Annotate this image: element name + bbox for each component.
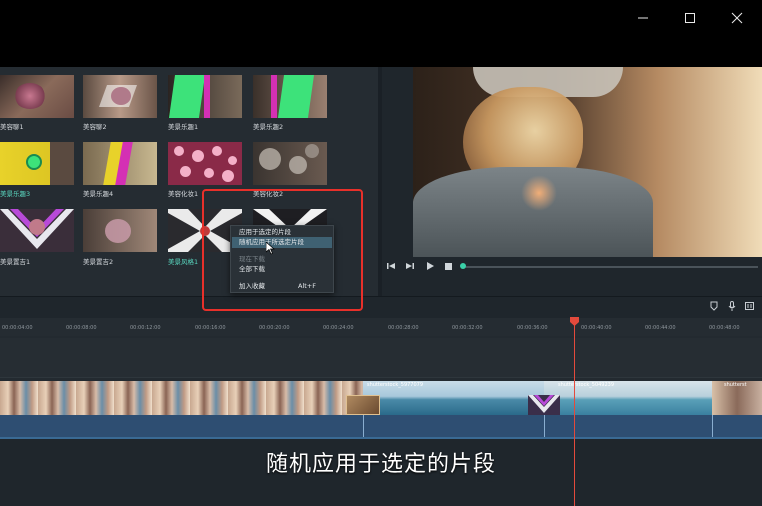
transition-marker-2[interactable] xyxy=(528,395,560,415)
highlight-callout-box xyxy=(202,189,363,311)
effect-thumb-landscape-fun-4[interactable] xyxy=(83,142,157,185)
skip-back-icon xyxy=(387,263,395,269)
effect-label: 美景乐趣2 xyxy=(253,123,284,131)
effect-label: 美景风格1 xyxy=(168,258,199,266)
ruler-label: 00:00:24:00 xyxy=(323,325,354,331)
maximize-button[interactable] xyxy=(678,8,702,28)
marker-button[interactable] xyxy=(710,301,718,314)
close-icon xyxy=(731,12,743,24)
effect-thumb-landscape-fun-2[interactable] xyxy=(253,75,327,118)
scrubber-handle[interactable] xyxy=(460,263,466,269)
clip-name: shutterstock_5977079 xyxy=(367,382,424,388)
clip-name: shutterstock_5049239 xyxy=(558,382,615,388)
video-clip-beach-people[interactable] xyxy=(0,381,363,415)
ruler-label: 00:00:20:00 xyxy=(259,325,290,331)
close-button[interactable] xyxy=(725,8,749,28)
effect-label: 美容化妆1 xyxy=(168,190,199,198)
effect-label: 美景乐趣4 xyxy=(83,190,114,198)
clip-name: shutterst xyxy=(724,382,747,388)
voiceover-button[interactable] xyxy=(728,301,736,314)
previous-frame-button[interactable] xyxy=(385,262,397,272)
effect-label: 美景置吉2 xyxy=(83,258,114,266)
ruler-label: 00:00:28:00 xyxy=(388,325,419,331)
ruler-label: 00:00:40:00 xyxy=(581,325,612,331)
effect-label: 美容聊2 xyxy=(83,123,107,131)
video-clip-surf-1[interactable]: shutterstock_5977079 xyxy=(363,381,544,415)
playback-controls xyxy=(382,257,762,279)
effect-label: 美景乐趣1 xyxy=(168,123,199,131)
video-clip-surf-2[interactable]: shutterstock_5049239 xyxy=(544,381,712,415)
audio-track[interactable] xyxy=(0,415,762,437)
ruler-label: 00:00:44:00 xyxy=(645,325,676,331)
playhead-line xyxy=(574,322,575,506)
video-clip-beach-3[interactable]: shutterst xyxy=(712,381,762,415)
skip-forward-icon xyxy=(406,263,414,269)
shield-icon xyxy=(710,301,718,311)
stop-icon xyxy=(445,263,452,270)
effect-thumb-landscape-promo-2[interactable] xyxy=(83,209,157,252)
effect-thumb-landscape-fun-3[interactable] xyxy=(0,142,74,185)
mouse-cursor-icon xyxy=(266,242,275,255)
title-bar xyxy=(0,0,762,67)
play-button[interactable] xyxy=(424,262,436,272)
effect-thumb-beauty-makeup-2[interactable] xyxy=(253,142,327,185)
empty-track[interactable] xyxy=(0,338,762,378)
effect-thumb-beauty-chat-1[interactable] xyxy=(0,75,74,118)
effect-thumb-beauty-makeup-1[interactable] xyxy=(168,142,242,185)
playback-scrubber[interactable] xyxy=(462,266,758,268)
ruler-label: 00:00:16:00 xyxy=(195,325,226,331)
microphone-icon xyxy=(728,301,736,311)
stop-button[interactable] xyxy=(443,262,455,272)
ruler-label: 00:00:08:00 xyxy=(66,325,97,331)
mixer-icon xyxy=(745,302,754,310)
effect-thumb-beauty-chat-2[interactable] xyxy=(83,75,157,118)
ruler-label: 00:00:32:00 xyxy=(452,325,483,331)
minimize-button[interactable] xyxy=(631,8,655,28)
ruler-label: 00:00:04:00 xyxy=(2,325,33,331)
minimize-icon xyxy=(638,17,648,19)
effect-thumb-landscape-fun-1[interactable] xyxy=(168,75,242,118)
video-track[interactable]: shutterstock_5977079 shutterstock_504923… xyxy=(0,381,762,415)
transition-marker-1[interactable] xyxy=(346,395,380,415)
ruler-label: 00:00:36:00 xyxy=(517,325,548,331)
chevron-pattern xyxy=(528,395,560,413)
chevron-pattern xyxy=(0,209,74,249)
ruler-label: 00:00:48:00 xyxy=(709,325,740,331)
maximize-icon xyxy=(685,13,695,23)
tutorial-caption: 随机应用于选定的片段 xyxy=(265,452,496,477)
effect-label: 美容聊1 xyxy=(0,123,24,131)
next-frame-button[interactable] xyxy=(404,262,416,272)
timeline-toolbar xyxy=(0,296,762,318)
ruler-label: 00:00:12:00 xyxy=(130,325,161,331)
effect-label: 美景乐趣3 xyxy=(0,190,31,198)
play-icon xyxy=(427,262,434,270)
mixer-button[interactable] xyxy=(745,301,754,314)
effect-thumb-landscape-promo-1[interactable] xyxy=(0,209,74,252)
preview-video[interactable] xyxy=(413,67,762,257)
effect-label: 美景置吉1 xyxy=(0,258,31,266)
